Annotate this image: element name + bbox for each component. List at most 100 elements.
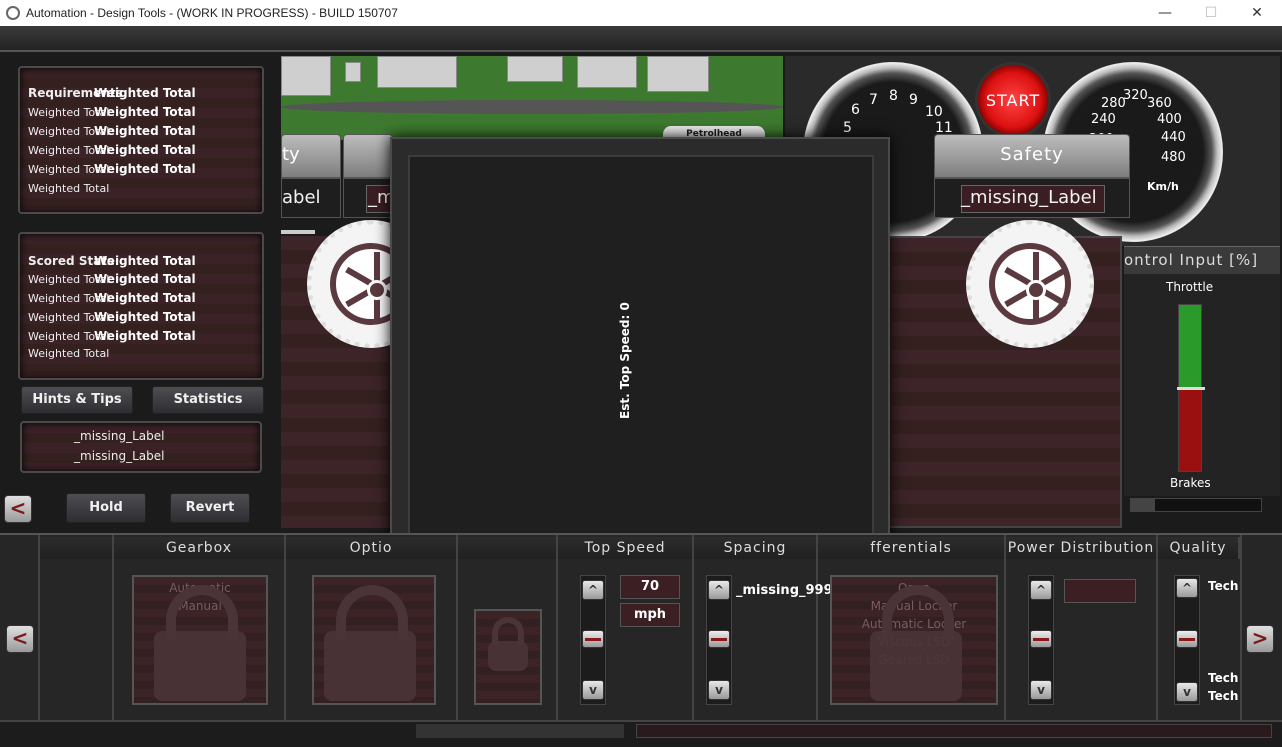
hints-tips-button[interactable]: Hints & Tips [21, 386, 133, 414]
spacing-slider-thumb[interactable] [708, 630, 730, 648]
top-speed-value: 70 [620, 575, 680, 599]
house-building [507, 56, 563, 82]
start-button[interactable]: START [975, 62, 1051, 138]
tab-left-partial[interactable]: ty [281, 134, 341, 178]
gearbox-options-box[interactable]: Automatic Manual [132, 575, 268, 705]
requirement-value: Weighted Total [94, 162, 196, 176]
tab-safety-label: Safety [1000, 144, 1064, 165]
quality-label-bottom: Tech [1208, 689, 1239, 703]
brake-fill [1179, 388, 1201, 471]
requirements-heading-overlay: Weighted Total [94, 86, 196, 100]
speed-tick: 440 [1161, 130, 1186, 145]
speed-tick: 240 [1091, 112, 1116, 127]
control-input-heading: ontrol Input [%] [1124, 246, 1280, 274]
scroll-indicator [281, 230, 315, 234]
requirement-value: Weighted Total [94, 124, 196, 138]
top-speed-up-button[interactable]: ^ [582, 580, 604, 600]
info-line-2: _missing_Label [74, 449, 165, 463]
gearbox-heading: Gearbox [114, 537, 286, 559]
house-building [577, 56, 637, 88]
options-heading: Optio [286, 537, 458, 559]
control-scrollbar[interactable] [1130, 498, 1262, 512]
power-distribution-value [1064, 579, 1136, 603]
spacing-slider[interactable]: ^ v [706, 575, 732, 705]
window-titlebar: Automation - Design Tools - (WORK IN PRO… [0, 0, 1282, 26]
left-label-bar-2: _m [343, 178, 395, 218]
rpm-tick: 9 [909, 92, 918, 108]
quality-slider-thumb[interactable] [1176, 630, 1198, 648]
throttle-marker [1177, 387, 1205, 390]
spacing-up-button[interactable]: ^ [708, 580, 730, 600]
scored-stat-value: Weighted Total [94, 272, 196, 286]
house-building [345, 62, 361, 82]
scored-stats-heading-overlay: Weighted Total [94, 254, 196, 268]
top-speed-unit: mph [620, 603, 680, 627]
spacing-value: _missing_999 [736, 583, 833, 598]
quality-label-top: Tech [1208, 579, 1239, 593]
top-speed-slider-thumb[interactable] [582, 630, 604, 648]
scored-stat-value: Weighted Total [94, 291, 196, 305]
wheel-icon [966, 220, 1094, 348]
lock-icon-body [154, 631, 246, 701]
quality-up-button[interactable]: ^ [1176, 578, 1198, 598]
footer-progress [636, 724, 1272, 738]
bottom-next-button[interactable]: > [1246, 625, 1274, 653]
scored-stat-value: Weighted Total [94, 329, 196, 343]
quality-heading: Quality [1158, 537, 1240, 559]
power-up-button[interactable]: ^ [1030, 580, 1052, 600]
info-line-1: _missing_Label [74, 429, 165, 443]
throttle-label: Throttle [1166, 280, 1214, 294]
safety-label-bar: _missing_Label [934, 178, 1130, 218]
hold-button[interactable]: Hold [66, 493, 146, 523]
left-label-text: abel [282, 187, 321, 208]
power-down-button[interactable]: v [1030, 680, 1052, 700]
window-title: Automation - Design Tools - (WORK IN PRO… [26, 6, 398, 20]
requirements-panel: Requirements Weighted Total Weighted Tot… [18, 66, 264, 214]
close-button[interactable]: ✕ [1234, 2, 1280, 24]
footer-scroll-thumb[interactable] [416, 724, 624, 738]
power-distribution-slider[interactable]: ^ v [1028, 575, 1054, 705]
tab-safety[interactable]: Safety [934, 134, 1130, 178]
rpm-tick: 6 [851, 102, 860, 118]
options-box[interactable] [312, 575, 436, 705]
prev-page-button[interactable]: < [4, 495, 32, 523]
scored-stat-value: Weighted Total [94, 310, 196, 324]
top-speed-down-button[interactable]: v [582, 680, 604, 700]
quality-down-button[interactable]: v [1176, 682, 1198, 702]
house-building [281, 56, 331, 96]
locked-slot-box[interactable] [474, 609, 542, 705]
differentials-options-box[interactable]: Open Manual Locker Automatic Locker Visc… [830, 575, 998, 705]
top-toolbar-strip [0, 26, 1282, 52]
speed-tick: 320 [1123, 88, 1148, 103]
quality-label-mid: Tech [1208, 671, 1239, 685]
tab-left-2[interactable] [343, 134, 393, 178]
house-building [647, 56, 709, 92]
quality-slider[interactable]: ^ v [1174, 575, 1200, 705]
top-speed-heading: Top Speed [558, 537, 694, 559]
throttle-fill [1179, 305, 1201, 388]
rpm-tick: 7 [869, 92, 878, 108]
power-distribution-heading: Power Distribution [1006, 537, 1158, 559]
revert-button[interactable]: Revert [170, 493, 250, 523]
speed-tick: 400 [1157, 112, 1182, 127]
differentials-heading: fferentials [818, 537, 1006, 559]
scored-stat-footer: Weighted Total [28, 347, 110, 360]
top-speed-slider[interactable]: ^ v [580, 575, 606, 705]
bottom-prev-button[interactable]: < [6, 625, 34, 653]
speed-tick: 480 [1161, 150, 1186, 165]
statistics-button[interactable]: Statistics [152, 386, 264, 414]
minimize-button[interactable]: — [1142, 2, 1188, 24]
rpm-tick: 10 [925, 104, 943, 120]
lock-icon-body [324, 631, 416, 701]
info-box: _missing_Label _missing_Label [20, 421, 262, 473]
tab-left-partial-label: ty [282, 144, 300, 165]
requirement-value: Weighted Total [94, 105, 196, 119]
house-building [377, 56, 457, 88]
maximize-button[interactable]: ☐ [1188, 2, 1234, 24]
spacing-down-button[interactable]: v [708, 680, 730, 700]
rpm-tick: 5 [843, 120, 852, 136]
control-input-panel: Throttle Brakes [1124, 274, 1280, 496]
bottom-parts-bar: Gearbox Optio Top Speed Spacing fferenti… [0, 533, 1282, 723]
road [281, 100, 783, 114]
power-slider-thumb[interactable] [1030, 630, 1052, 648]
